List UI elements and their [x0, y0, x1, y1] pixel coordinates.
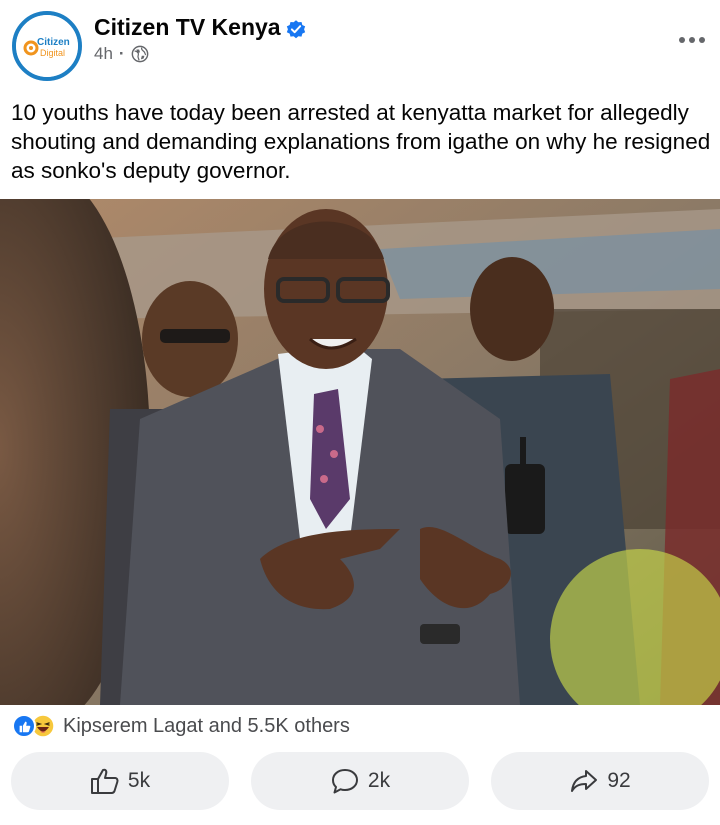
- reactions-summary-text[interactable]: Kipserem Lagat and 5.5K others: [63, 715, 350, 738]
- comment-button[interactable]: 2k: [251, 752, 469, 810]
- verified-badge-icon: [286, 20, 306, 39]
- share-arrow-icon: [571, 770, 598, 792]
- post-caption: 10 youths have today been arrested at ke…: [11, 100, 711, 183]
- news-photo: [0, 199, 720, 705]
- post-meta: 4h ·: [94, 44, 149, 64]
- like-count: 5k: [127, 769, 151, 792]
- citizen-digital-logo: Citizen Digital: [16, 15, 78, 77]
- post-actions: 5k 2k 92: [0, 748, 720, 816]
- share-button[interactable]: 92: [491, 752, 709, 810]
- page-name[interactable]: Citizen TV Kenya: [94, 14, 281, 41]
- like-icon: [12, 714, 36, 738]
- logo-word-1: Citizen: [37, 37, 70, 48]
- logo-word-2: Digital: [40, 48, 65, 58]
- reactions-summary[interactable]: Kipserem Lagat and 5.5K others: [0, 706, 720, 746]
- share-count: 92: [607, 769, 631, 792]
- comment-count: 2k: [367, 769, 391, 792]
- thumbs-up-icon: [90, 768, 119, 794]
- meta-separator: ·: [118, 44, 125, 63]
- reaction-icons: [12, 714, 55, 738]
- more-dots-icon: [679, 37, 705, 43]
- more-options-button[interactable]: [676, 24, 708, 56]
- post-header: Citizen Digital Citizen TV Kenya 4h ·: [0, 0, 720, 92]
- page-avatar[interactable]: Citizen Digital: [12, 11, 82, 81]
- comment-bubble-icon: [331, 769, 358, 794]
- post-time[interactable]: 4h: [94, 44, 113, 64]
- post-photo[interactable]: [0, 199, 720, 705]
- like-button[interactable]: 5k: [11, 752, 229, 810]
- globe-icon: [131, 45, 148, 63]
